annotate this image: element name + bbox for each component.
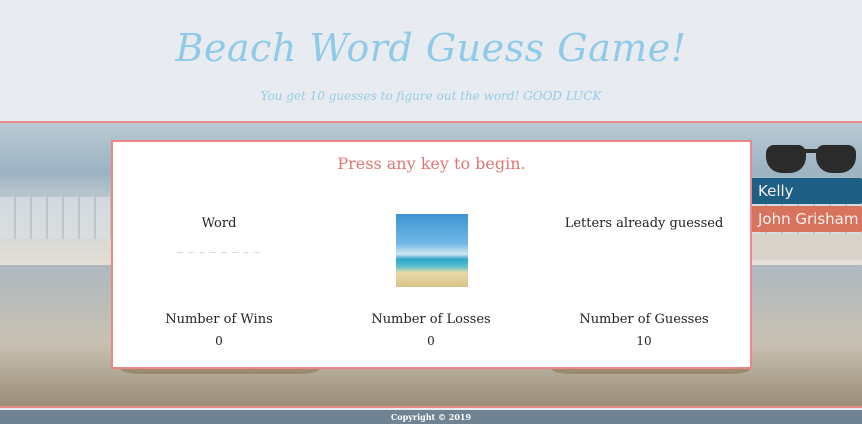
guesses-label: Number of Guesses [579, 312, 709, 327]
game-panel: Press any key to begin. Word _ _ _ _ _ _… [111, 140, 752, 369]
losses-value: 0 [427, 334, 435, 348]
books-image: Kelly John Grisham [750, 178, 862, 288]
book-label: John Grisham [758, 210, 859, 228]
footer: Copyright © 2019 [0, 410, 862, 424]
beach-image [396, 214, 468, 287]
header: Beach Word Guess Game! You get 10 guesse… [0, 0, 862, 121]
word-blanks: _ _ _ _ _ _ _ _ [177, 240, 261, 253]
book-label: Kelly [758, 182, 794, 200]
wins-value: 0 [215, 334, 223, 348]
page-subtitle: You get 10 guesses to figure out the wor… [260, 89, 602, 103]
page-title: Beach Word Guess Game! [175, 26, 687, 70]
sunglasses-image [760, 139, 860, 175]
letters-guessed-label: Letters already guessed [564, 216, 724, 231]
losses-label: Number of Losses [371, 312, 491, 327]
copyright-text: Copyright © 2019 [390, 412, 472, 422]
guesses-value: 10 [636, 334, 652, 348]
wins-label: Number of Wins [165, 312, 273, 327]
word-label: Word [201, 216, 237, 231]
start-prompt: Press any key to begin. [337, 154, 526, 173]
